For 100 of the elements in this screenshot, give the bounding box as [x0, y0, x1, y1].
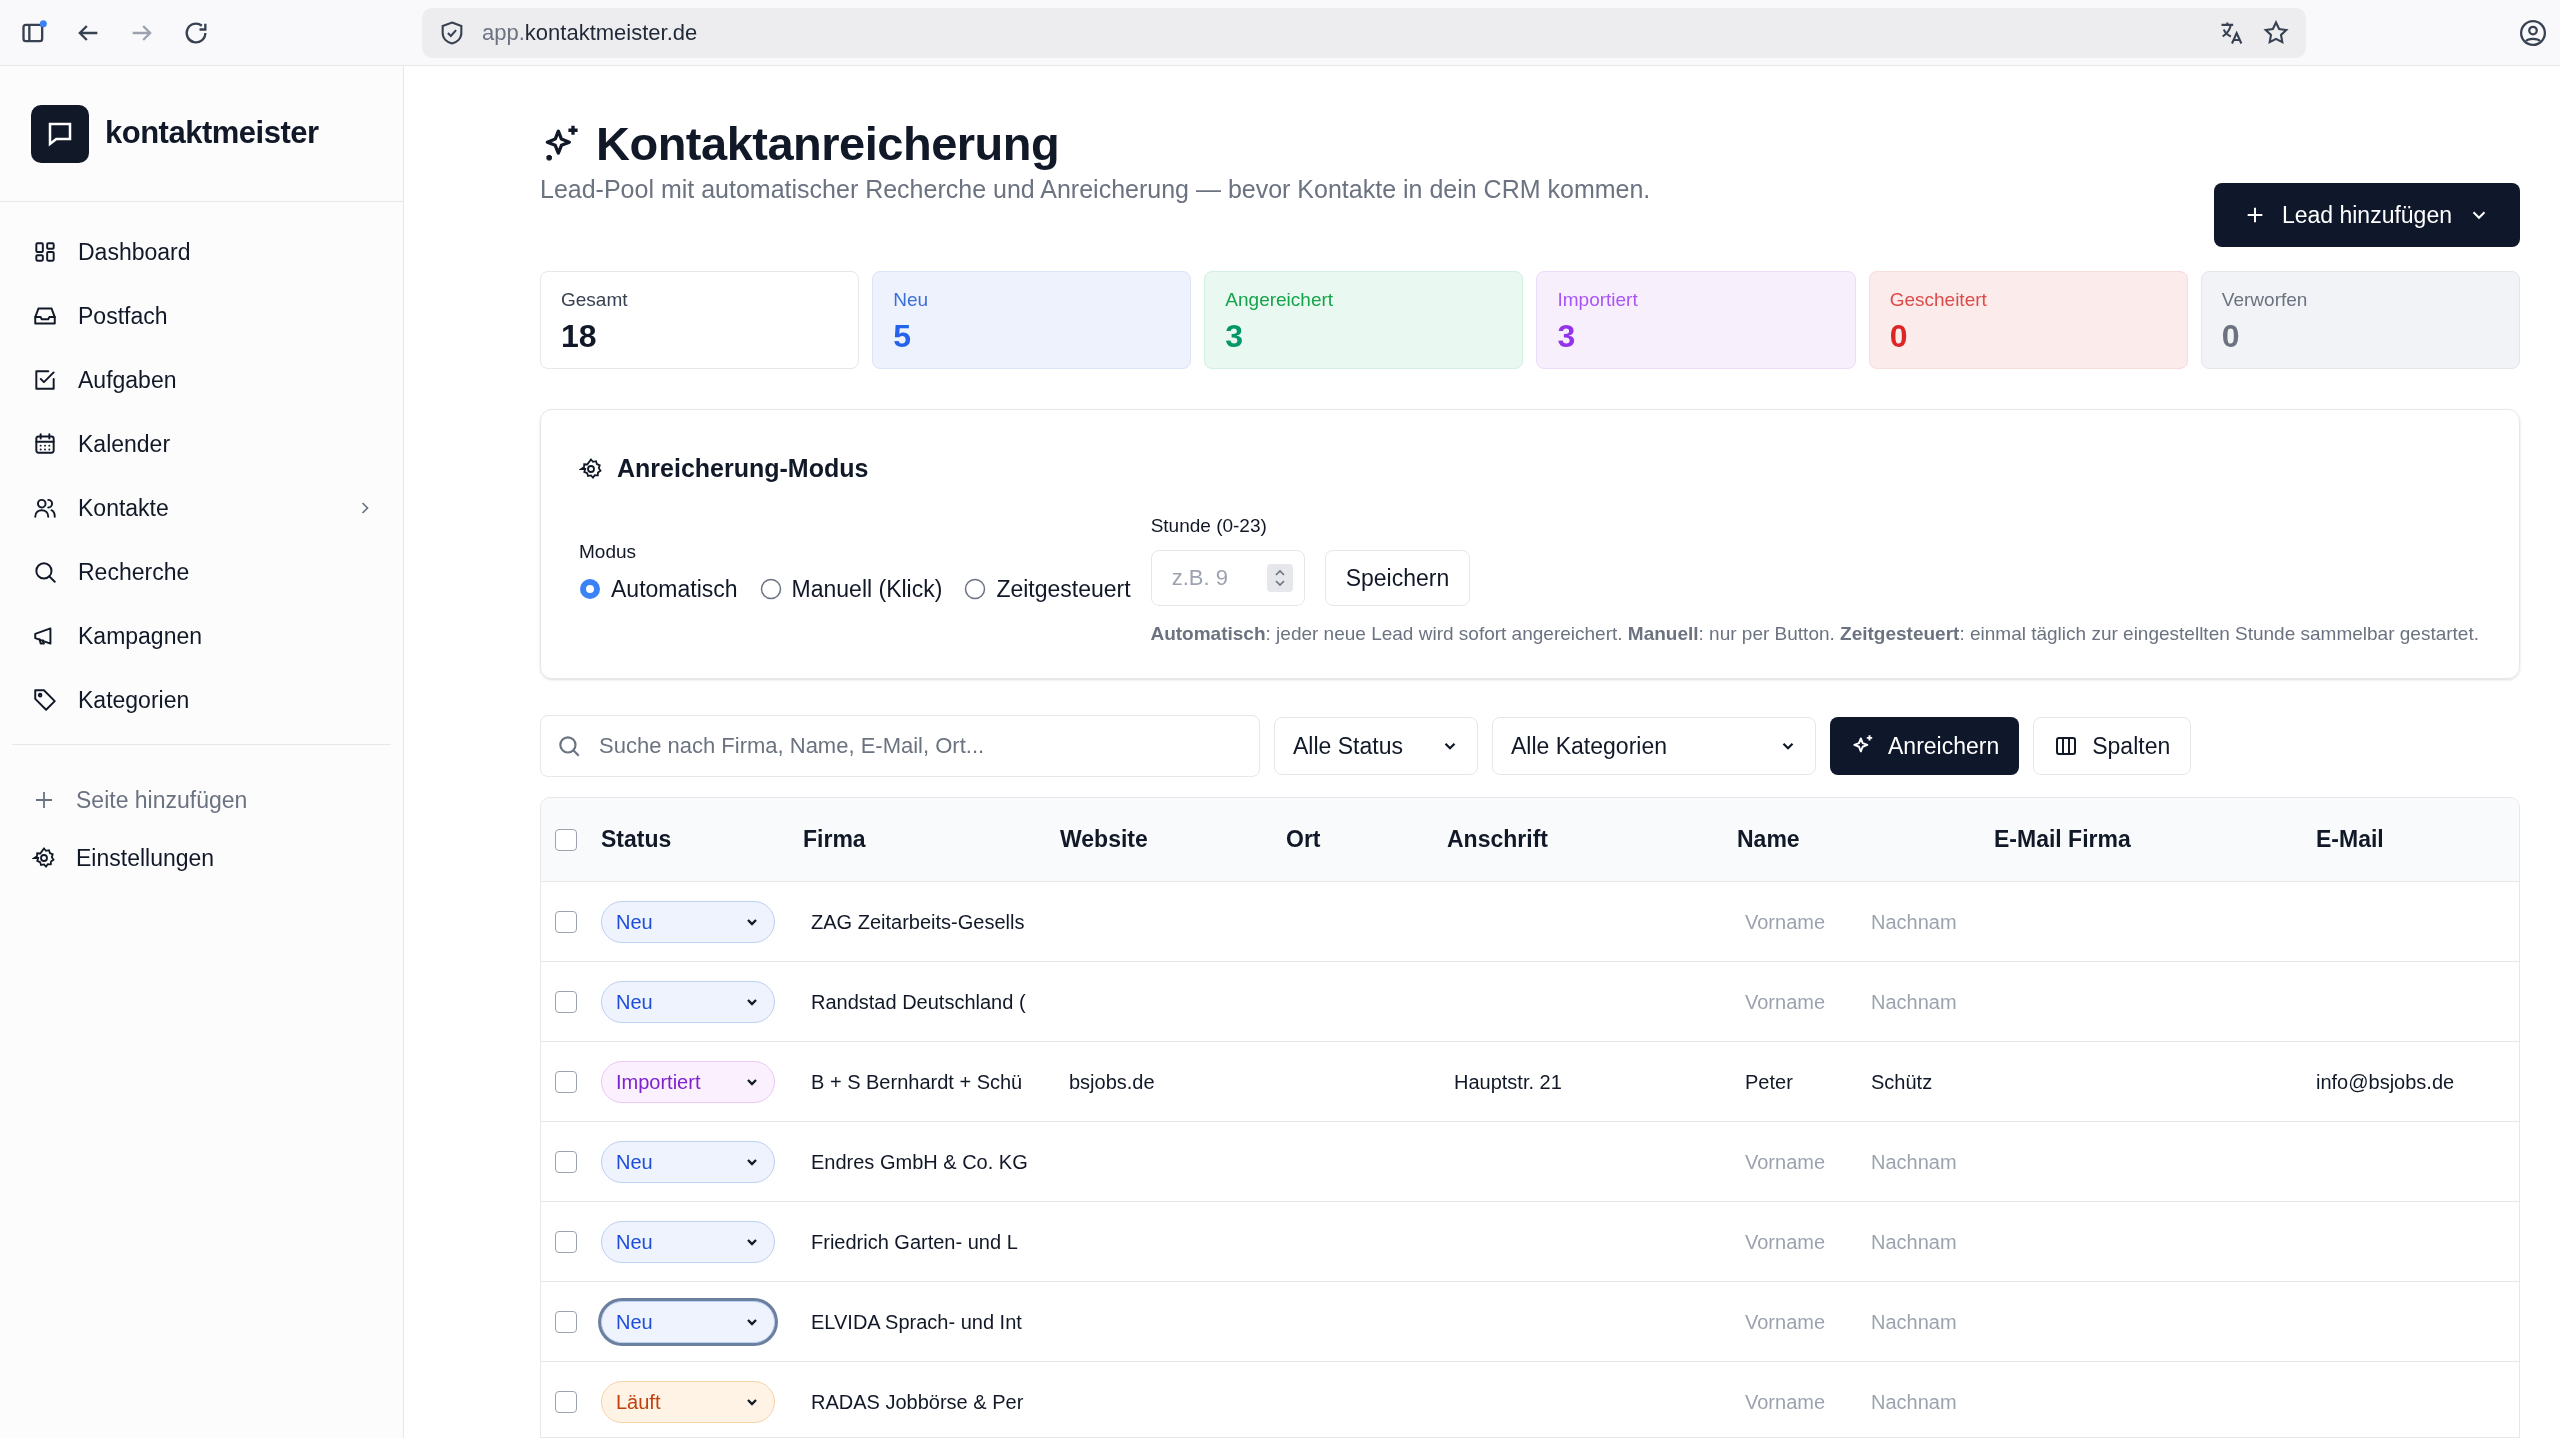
brand-name: kontaktmeister	[105, 114, 319, 153]
status-select[interactable]: Neu	[601, 1220, 775, 1263]
status-select[interactable]: Neu	[601, 1140, 775, 1183]
select-all-checkbox[interactable]	[555, 828, 577, 851]
stat-value: 0	[1889, 316, 1909, 356]
stepper-icon[interactable]	[1266, 564, 1293, 592]
address-cell: Hauptstr. 21	[1454, 1070, 1562, 1093]
hour-field[interactable]: z.B. 9	[1150, 550, 1305, 606]
column-header: Ort	[1286, 826, 1321, 853]
nav-item[interactable]: Dashboard	[12, 220, 391, 284]
company-cell: ELVIDA Sprach- und Int	[811, 1310, 1022, 1333]
company-cell: Endres GmbH & Co. KG	[811, 1150, 1028, 1173]
checkbox-icon	[32, 367, 58, 393]
company-cell: B + S Bernhardt + Schü	[811, 1070, 1023, 1093]
nav-item[interactable]: Kalender	[12, 412, 391, 476]
first-name-field[interactable]: Vorname	[1745, 1146, 1851, 1177]
first-name-field[interactable]: Vorname	[1745, 986, 1851, 1017]
row-checkbox[interactable]	[555, 910, 577, 933]
enrich-button[interactable]: Anreichern	[1830, 717, 2020, 775]
first-name-field[interactable]: Vorname	[1745, 1386, 1851, 1417]
column-header: Status	[601, 826, 672, 853]
stat-label: Verworfen	[2221, 288, 2309, 312]
account-icon[interactable]	[2518, 17, 2548, 48]
status-select[interactable]: Neu	[601, 900, 775, 943]
nav-item[interactable]: Postfach	[12, 284, 391, 348]
columns-icon	[2054, 734, 2079, 758]
settings-icon	[32, 846, 56, 870]
company-cell: RADAS Jobbörse & Per	[811, 1390, 1024, 1413]
page-title: Kontaktanreicherung	[596, 116, 1060, 172]
company-cell: Friedrich Garten- und L	[811, 1230, 1018, 1253]
nav-item[interactable]: Kampagnen	[12, 604, 391, 668]
nav-item[interactable]: Aufgaben	[12, 348, 391, 412]
website-cell: bsjobs.de	[1069, 1070, 1155, 1093]
stat-value: 5	[893, 316, 912, 356]
column-header: E-Mail	[2316, 826, 2384, 853]
last-name-field[interactable]: Nachnam	[1871, 1386, 1977, 1417]
status-select[interactable]: Läuft	[601, 1380, 775, 1423]
column-header: E-Mail Firma	[1994, 826, 2131, 853]
add-lead-button[interactable]: Lead hinzufügen	[2213, 183, 2520, 247]
company-cell: ZAG Zeitarbeits-Gesells	[811, 910, 1025, 933]
column-header: Name	[1737, 826, 1800, 853]
row-checkbox[interactable]	[555, 1390, 577, 1413]
first-name-field[interactable]: Vorname	[1745, 1226, 1851, 1257]
address-bar[interactable]: app.kontaktmeister.de	[422, 7, 2306, 58]
tag-icon	[32, 687, 58, 713]
first-name-field[interactable]: Vorname	[1745, 906, 1851, 937]
last-name-field[interactable]: Nachnam	[1871, 1146, 1977, 1177]
last-name-field[interactable]: Schütz	[1871, 1066, 1977, 1097]
status-filter[interactable]: Alle Status	[1274, 717, 1478, 775]
status-select[interactable]: Neu	[601, 980, 775, 1023]
hour-label: Stunde (0-23)	[1150, 513, 1268, 538]
stat-value: 18	[561, 316, 598, 356]
last-name-field[interactable]: Nachnam	[1871, 1226, 1977, 1257]
grid-icon	[32, 239, 58, 265]
page-subtitle: Lead-Pool mit automatischer Recherche und Anreicherung — bevor Kontakte in dein CRM kommen.	[540, 174, 1651, 204]
first-name-field[interactable]: Vorname	[1745, 1306, 1851, 1337]
star-icon[interactable]	[2262, 18, 2290, 47]
last-name-field[interactable]: Nachnam	[1871, 906, 1977, 937]
row-checkbox[interactable]	[555, 1070, 577, 1093]
mode-radio[interactable]: Automatisch	[579, 571, 738, 607]
last-name-field[interactable]: Nachnam	[1871, 986, 1977, 1017]
search-icon	[556, 733, 582, 759]
mode-radio[interactable]: Manuell (Klick)	[759, 571, 943, 607]
stat-label: Neu	[893, 288, 929, 312]
columns-button[interactable]: Spalten	[2033, 717, 2192, 775]
row-checkbox[interactable]	[555, 1230, 577, 1253]
stat-label: Importiert	[1557, 288, 1639, 312]
settings-icon	[579, 456, 603, 481]
company-cell: Randstad Deutschland (	[811, 990, 1026, 1013]
nav-item[interactable]: Kategorien	[12, 668, 391, 732]
row-checkbox[interactable]	[555, 1150, 577, 1173]
stat-value: 3	[1225, 316, 1245, 356]
search-field[interactable]: Suche nach Firma, Name, E-Mail, Ort...	[540, 715, 1260, 777]
add-page-link[interactable]: Seite hinzufügen	[12, 771, 391, 829]
row-checkbox[interactable]	[555, 990, 577, 1013]
nav-item[interactable]: Kontakte	[12, 476, 391, 540]
search-icon	[32, 559, 58, 585]
nav-item[interactable]: Recherche	[12, 540, 391, 604]
category-filter[interactable]: Alle Kategorien	[1492, 717, 1816, 775]
settings-link[interactable]: Einstellungen	[12, 829, 391, 887]
stat-label: Gescheitert	[1889, 288, 1988, 312]
panel-title: Anreicherung-Modus	[617, 453, 869, 484]
stat-value: 0	[2221, 316, 2241, 356]
stat-label: Angereichert	[1225, 288, 1335, 312]
logo-icon	[31, 104, 89, 163]
column-header: Website	[1060, 826, 1148, 853]
first-name-field[interactable]: Peter	[1745, 1066, 1851, 1097]
mode-radio[interactable]: Zeitgesteuert	[964, 571, 1131, 607]
calendar-icon	[32, 431, 58, 457]
mode-label: Modus	[579, 539, 638, 564]
status-select[interactable]: Importiert	[601, 1060, 775, 1103]
last-name-field[interactable]: Nachnam	[1871, 1306, 1977, 1337]
mode-hint: Automatisch: jeder neue Lead wird sofort angereichert. Manuell: nur per Button. Zeitgesteuert: einmal täglich zur eingestellten Stunde sammelbar gestartet.	[1149, 622, 2480, 646]
row-checkbox[interactable]	[555, 1310, 577, 1333]
url-text: app.kontaktmeister.de	[482, 19, 698, 47]
status-select[interactable]: Neu	[601, 1300, 775, 1343]
stat-value: 3	[1557, 316, 1577, 356]
column-header: Firma	[803, 826, 866, 853]
email-cell: info@bsjobs.de	[2316, 1070, 2455, 1093]
save-button[interactable]: Speichern	[1324, 550, 1471, 606]
